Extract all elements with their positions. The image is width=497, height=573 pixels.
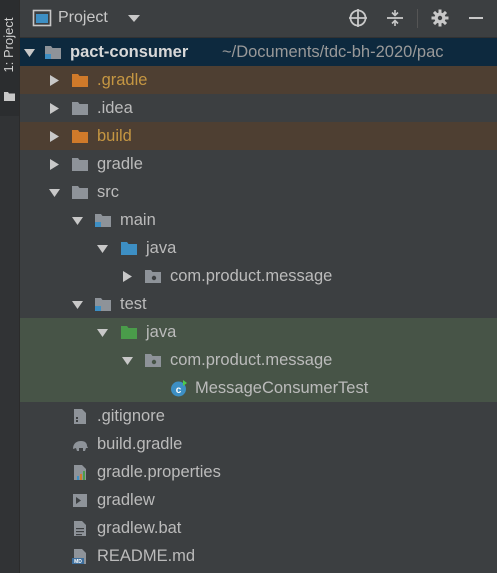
tree-row-test-package[interactable]: com.product.message (20, 346, 497, 374)
project-panel: Project pact-consumer ~/Documents/tdc-bh… (20, 0, 497, 573)
tree-row-gitignore[interactable]: .gitignore (20, 402, 497, 430)
collapsed-arrow-icon[interactable] (122, 271, 133, 282)
shell-script-icon (73, 494, 87, 507)
folder-icon (72, 186, 88, 199)
test-java-label: java (146, 323, 177, 341)
panel-title[interactable]: Project (58, 8, 108, 28)
dropdown-arrow-icon[interactable] (124, 8, 144, 28)
gradle-properties-label: gradle.properties (97, 463, 221, 481)
main-label: main (120, 211, 156, 229)
test-label: test (120, 295, 147, 313)
tree-row-test[interactable]: test (20, 290, 497, 318)
ignore-file-icon (74, 409, 86, 424)
tree-row-main[interactable]: main (20, 206, 497, 234)
tree-row-main-package[interactable]: com.product.message (20, 262, 497, 290)
tree-row-src[interactable]: src (20, 178, 497, 206)
text-file-icon (74, 521, 86, 536)
tree-row-project-root[interactable]: pact-consumer ~/Documents/tdc-bh-2020/pa… (20, 38, 497, 66)
package-icon (145, 270, 161, 283)
panel-header: Project (20, 0, 497, 38)
header-divider (417, 9, 418, 28)
locate-icon[interactable] (348, 8, 368, 28)
tree-row-gradlew-bat[interactable]: gradlew.bat (20, 514, 497, 542)
test-class-label: MessageConsumerTest (195, 379, 369, 397)
project-view-icon (32, 9, 52, 27)
gradle-elephant-icon (73, 441, 88, 451)
project-tab-label: 1: Project (1, 17, 16, 73)
readme-label: README.md (97, 547, 196, 565)
expanded-arrow-icon[interactable] (122, 355, 133, 366)
src-label: src (97, 183, 119, 201)
source-folder-icon (121, 242, 137, 255)
expanded-arrow-icon[interactable] (72, 299, 83, 310)
collapsed-arrow-icon[interactable] (49, 103, 60, 114)
tree-row-readme[interactable]: MD README.md (20, 542, 497, 570)
package-icon (145, 354, 161, 367)
tree-row-build[interactable]: build (20, 122, 497, 150)
folder-icon (4, 92, 15, 101)
properties-file-icon (74, 465, 86, 480)
test-class-icon: c (171, 380, 187, 397)
project-root-path: ~/Documents/tdc-bh-2020/pac (222, 43, 444, 61)
excluded-folder-icon (72, 130, 88, 143)
project-tool-window-tab[interactable]: 1: Project (0, 0, 19, 116)
module-folder-icon (95, 298, 111, 311)
svg-text:c: c (176, 385, 182, 396)
svg-text:MD: MD (74, 559, 82, 565)
tree-row-idea[interactable]: .idea (20, 94, 497, 122)
tree-row-gradlew[interactable]: gradlew (20, 486, 497, 514)
collapsed-arrow-icon[interactable] (49, 159, 60, 170)
expanded-arrow-icon[interactable] (72, 215, 83, 226)
dot-gradle-label: .gradle (97, 71, 148, 89)
gitignore-label: .gitignore (97, 407, 165, 425)
excluded-folder-icon (72, 74, 88, 87)
build-label: build (97, 127, 132, 145)
collapsed-arrow-icon[interactable] (49, 131, 60, 142)
collapsed-arrow-icon[interactable] (49, 75, 60, 86)
settings-icon[interactable] (430, 8, 450, 28)
gradlew-bat-label: gradlew.bat (97, 519, 182, 537)
markdown-file-icon: MD (72, 549, 86, 565)
tree-row-test-class[interactable]: c MessageConsumerTest (20, 374, 497, 402)
module-folder-icon (95, 214, 111, 227)
tool-window-strip: 1: Project (0, 0, 20, 573)
main-package-label: com.product.message (170, 267, 333, 285)
tree-row-build-gradle[interactable]: build.gradle (20, 430, 497, 458)
tree-row-main-java[interactable]: java (20, 234, 497, 262)
tree-row-gradle[interactable]: gradle (20, 150, 497, 178)
tree-row-dot-gradle[interactable]: .gradle (20, 66, 497, 94)
project-root-label: pact-consumer (70, 43, 189, 61)
test-package-label: com.product.message (170, 351, 333, 369)
build-gradle-label: build.gradle (97, 435, 183, 453)
tree-row-test-java[interactable]: java (20, 318, 497, 346)
expanded-arrow-icon[interactable] (97, 327, 108, 338)
idea-label: .idea (97, 99, 133, 117)
expanded-arrow-icon[interactable] (49, 187, 60, 198)
expanded-arrow-icon[interactable] (97, 243, 108, 254)
folder-icon (72, 158, 88, 171)
main-java-label: java (146, 239, 177, 257)
gradle-folder-label: gradle (97, 155, 143, 173)
test-source-folder-icon (121, 326, 137, 339)
tree-row-gradle-properties[interactable]: gradle.properties (20, 458, 497, 486)
gradlew-label: gradlew (97, 491, 155, 509)
folder-icon (72, 102, 88, 115)
module-folder-icon (45, 46, 61, 59)
expanded-arrow-icon[interactable] (24, 47, 35, 58)
hide-icon[interactable] (466, 8, 486, 28)
collapse-all-icon[interactable] (385, 8, 405, 28)
